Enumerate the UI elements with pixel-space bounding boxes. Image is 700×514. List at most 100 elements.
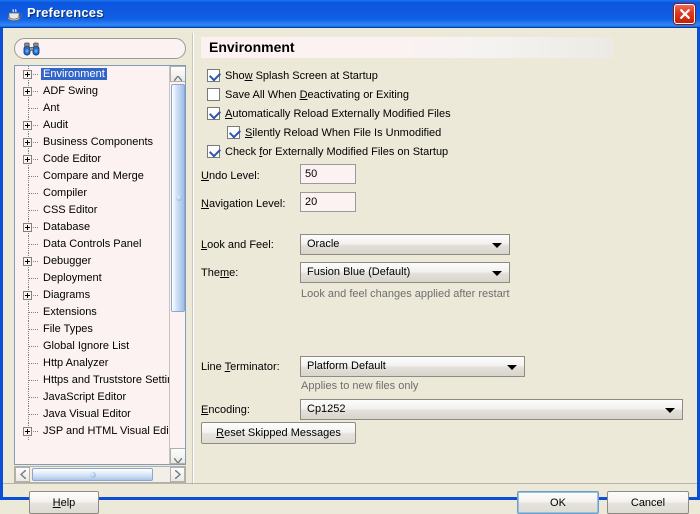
preferences-window: Preferences Environment ADF Swing Ant Au…: [0, 0, 700, 514]
encoding-dropdown[interactable]: Cp1252: [300, 399, 683, 420]
tree-item-diagrams[interactable]: Diagrams: [15, 287, 170, 304]
expand-plus-icon[interactable]: [23, 70, 32, 79]
tree-item-global-ignore-list[interactable]: Global Ignore List: [15, 338, 170, 355]
line-terminator-dropdown[interactable]: Platform Default: [300, 356, 525, 377]
tree-item-data-controls-panel[interactable]: Data Controls Panel: [15, 236, 170, 253]
expand-plus-icon[interactable]: [23, 223, 32, 232]
search-input[interactable]: [47, 41, 181, 57]
cancel-label: Cancel: [630, 496, 666, 509]
encoding-value: Cp1252: [307, 403, 346, 415]
tree-connector: [28, 176, 38, 177]
expand-plus-icon[interactable]: [23, 427, 32, 436]
tree-item-http-analyzer[interactable]: Http Analyzer: [15, 355, 170, 372]
tree-item-environment[interactable]: Environment: [15, 66, 170, 83]
navigation-level-input[interactable]: [300, 192, 356, 212]
scroll-left-icon[interactable]: [15, 467, 30, 482]
tree-item-compiler[interactable]: Compiler: [15, 185, 170, 202]
line-terminator-hint: Applies to new files only: [301, 380, 419, 392]
help-label: Help: [52, 496, 76, 509]
tree-item-label: ADF Swing: [43, 85, 99, 97]
tree-connector: [28, 210, 38, 211]
checkbox-automatically-reload-externally-modified-files[interactable]: Automatically Reload Externally Modified…: [207, 106, 451, 122]
tree-hscrollbar-thumb[interactable]: [32, 468, 153, 481]
ok-button[interactable]: OK: [517, 491, 599, 514]
undo-level-input[interactable]: [300, 164, 356, 184]
checkbox-label: Check for Externally Modified Files on S…: [225, 146, 449, 158]
tree-item-label: Java Visual Editor: [43, 408, 131, 420]
title-bar: Preferences: [0, 0, 700, 28]
scroll-up-icon[interactable]: [170, 66, 185, 82]
tree-item-deployment[interactable]: Deployment: [15, 270, 170, 287]
page-title: Environment: [201, 37, 613, 58]
reset-skipped-messages-button[interactable]: Reset Skipped Messages: [201, 422, 356, 444]
navigation-level-label: Navigation Level:: [201, 198, 286, 210]
tree-scrollbar-thumb[interactable]: [171, 84, 185, 312]
tree-item-code-editor[interactable]: Code Editor: [15, 151, 170, 168]
binoculars-search-icon: [23, 42, 40, 59]
preferences-tree[interactable]: Environment ADF Swing Ant Audit Business Com…: [15, 66, 182, 464]
tree-item-java-visual-editor[interactable]: Java Visual Editor: [15, 406, 170, 423]
tree-item-debugger[interactable]: Debugger: [15, 253, 170, 270]
tree-connector: [28, 278, 38, 279]
tree-connector: [28, 244, 38, 245]
tree-item-label: Ant: [43, 102, 60, 114]
tree-item-label: Diagrams: [43, 289, 91, 301]
scroll-right-icon[interactable]: [170, 467, 185, 482]
tree-item-label: Business Components: [43, 136, 154, 148]
tree-item-audit[interactable]: Audit: [15, 117, 170, 134]
theme-dropdown[interactable]: Fusion Blue (Default): [300, 262, 510, 283]
checkbox-show-splash-screen-at-startup[interactable]: Show Splash Screen at Startup: [207, 68, 378, 84]
expand-plus-icon[interactable]: [23, 121, 32, 130]
expand-plus-icon[interactable]: [23, 87, 32, 96]
tree-item-adf-swing[interactable]: ADF Swing: [15, 83, 170, 100]
footer-separator: [3, 483, 697, 484]
tree-item-label: Debugger: [43, 255, 92, 267]
tree-item-https-and-truststore-settin[interactable]: Https and Truststore Settin: [15, 372, 173, 389]
expand-plus-icon[interactable]: [23, 291, 32, 300]
tree-item-ant[interactable]: Ant: [15, 100, 170, 117]
tree-item-label: JSP and HTML Visual Editor: [43, 425, 182, 437]
tree-item-label: Deployment: [43, 272, 102, 284]
tree-vertical-scrollbar[interactable]: [169, 66, 185, 464]
scroll-down-icon[interactable]: [170, 448, 185, 464]
tree-horizontal-scrollbar[interactable]: [14, 466, 186, 483]
checkbox-empty-icon[interactable]: [207, 88, 220, 101]
window-title: Preferences: [27, 5, 104, 20]
checkbox-check-for-externally-modified-files-on-startup[interactable]: Check for Externally Modified Files on S…: [207, 144, 448, 160]
chevron-down-icon: [665, 408, 675, 413]
tree-item-extensions[interactable]: Extensions: [15, 304, 170, 321]
search-box[interactable]: [14, 38, 186, 59]
help-button[interactable]: Help: [29, 491, 99, 514]
tree-item-file-types[interactable]: File Types: [15, 321, 170, 338]
encoding-label: Encoding:: [201, 404, 250, 416]
expand-plus-icon[interactable]: [23, 257, 32, 266]
theme-label: Theme:: [201, 267, 239, 279]
tree-item-label: Code Editor: [43, 153, 102, 165]
checkmark-icon[interactable]: [207, 107, 220, 120]
tree-item-database[interactable]: Database: [15, 219, 170, 236]
tree-item-compare-and-merge[interactable]: Compare and Merge: [15, 168, 170, 185]
look-and-feel-value: Oracle: [307, 238, 340, 250]
tree-item-label: Global Ignore List: [43, 340, 130, 352]
checkbox-silently-reload-when-file-is-unmodified[interactable]: Silently Reload When File Is Unmodified: [227, 125, 441, 141]
tree-item-business-components[interactable]: Business Components: [15, 134, 170, 151]
panel-splitter[interactable]: [192, 33, 194, 485]
tree-item-label: Environment: [41, 68, 107, 80]
expand-plus-icon[interactable]: [23, 155, 32, 164]
expand-plus-icon[interactable]: [23, 138, 32, 147]
look-and-feel-dropdown[interactable]: Oracle: [300, 234, 510, 255]
checkbox-save-all-when-deactivating-or-exiting[interactable]: Save All When Deactivating or Exiting: [207, 87, 409, 103]
tree-item-label: Compiler: [43, 187, 88, 199]
look-and-feel-label: Look and Feel:: [201, 239, 274, 251]
checkmark-icon[interactable]: [227, 126, 240, 139]
tree-item-jsp-and-html-visual-editor[interactable]: JSP and HTML Visual Editor: [15, 423, 182, 440]
preferences-tree-panel: Environment ADF Swing Ant Audit Business Com…: [14, 65, 186, 465]
checkmark-icon[interactable]: [207, 145, 220, 158]
tree-item-javascript-editor[interactable]: JavaScript Editor: [15, 389, 170, 406]
checkmark-icon[interactable]: [207, 69, 220, 82]
tree-item-label: JavaScript Editor: [43, 391, 127, 403]
tree-item-css-editor[interactable]: CSS Editor: [15, 202, 170, 219]
cancel-button[interactable]: Cancel: [607, 491, 689, 514]
close-icon[interactable]: [674, 4, 695, 24]
checkbox-label: Save All When Deactivating or Exiting: [225, 89, 410, 101]
